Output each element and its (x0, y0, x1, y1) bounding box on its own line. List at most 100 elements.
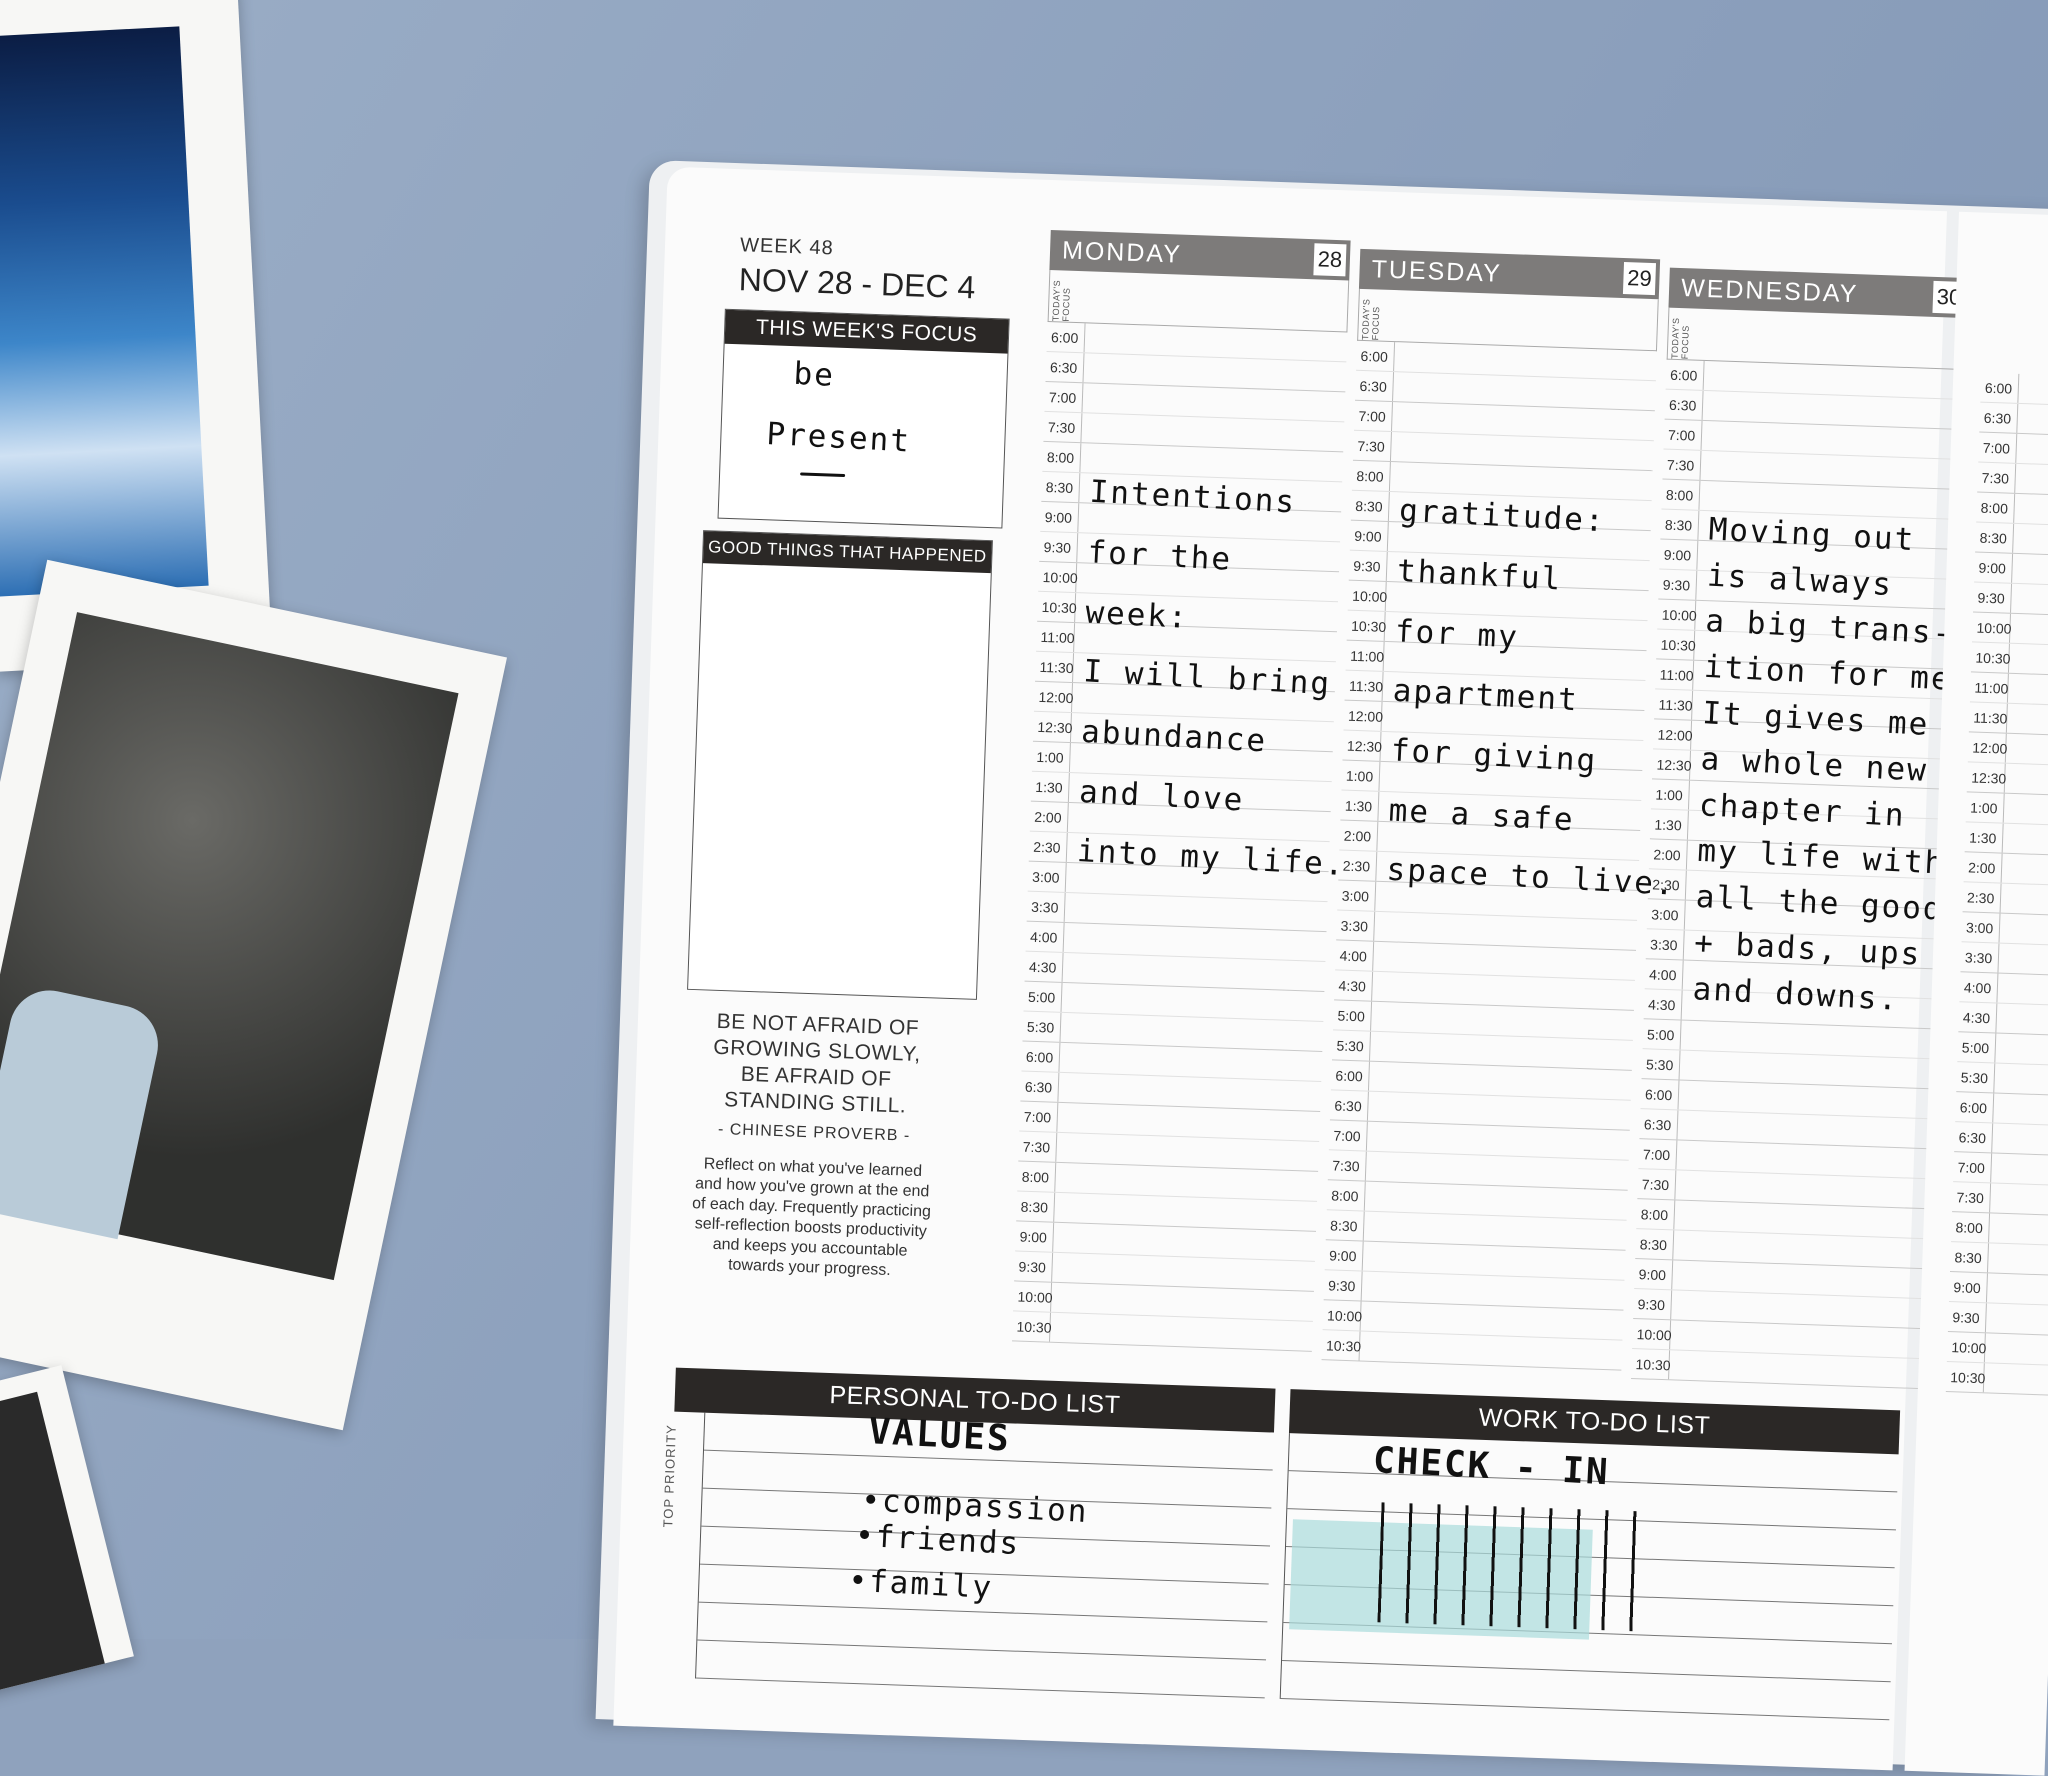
time-slot[interactable]: 10:30 (1970, 642, 2048, 677)
time-slot[interactable]: 6:00 (1980, 372, 2048, 407)
time-slot[interactable]: 7:30 (1952, 1182, 2048, 1217)
time-label: 12:00 (1653, 719, 1693, 750)
time-label: 8:30 (1041, 471, 1081, 503)
quote-block: BE NOT AFRAID OF GROWING SLOWLY, BE AFRA… (689, 1008, 938, 1282)
time-label: 4:00 (1959, 972, 1999, 1003)
time-slot[interactable]: 8:00 (1951, 1212, 2048, 1247)
time-slot[interactable]: 8:30 (1975, 522, 2048, 557)
time-label: 10:00 (1972, 612, 2012, 643)
time-label: 3:00 (1961, 912, 2001, 943)
time-label: 12:30 (1966, 762, 2007, 793)
time-label: 7:00 (1044, 381, 1084, 413)
week-focus-box: THIS WEEK'S FOCUS be Present (717, 308, 1010, 529)
time-label: 8:00 (1017, 1161, 1057, 1192)
time-label: 11:30 (1968, 702, 2008, 733)
day-column-monday: MONDAY 28 TODAY'S FOCUS 6:00 6:30 7:00 7:30 8:… (1011, 230, 1351, 1352)
time-label: 11:30 (1035, 651, 1075, 683)
time-slot[interactable]: 9:00 (1974, 552, 2048, 587)
time-label: 3:30 (1645, 929, 1685, 960)
time-label: 1:30 (1030, 771, 1070, 803)
time-label: 9:30 (1039, 531, 1079, 563)
date-range: NOV 28 - DEC 4 (738, 261, 976, 306)
time-label: 9:00 (1974, 552, 2014, 583)
day-number: 29 (1622, 262, 1657, 296)
time-slot[interactable]: 10:00 (1971, 612, 2048, 647)
time-label: 6:30 (1020, 1071, 1060, 1102)
time-slot[interactable]: 3:00 (1961, 912, 2048, 947)
time-label: 5:30 (1022, 1011, 1062, 1042)
time-slot[interactable]: 9:30 (1973, 582, 2048, 617)
time-label: 7:00 (1663, 419, 1703, 450)
time-label: 8:00 (1976, 492, 2016, 523)
time-label: 10:30 (1631, 1348, 1671, 1380)
time-slot[interactable]: 9:30 (1947, 1302, 2048, 1337)
time-label: 11:30 (1654, 689, 1694, 720)
time-slot[interactable]: 12:30 (1966, 762, 2048, 797)
time-label: 8:00 (1042, 441, 1082, 473)
time-slot[interactable]: 6:30 (1979, 402, 2048, 437)
time-label: 10:00 (1347, 580, 1388, 611)
today-focus-label: TODAY'S FOCUS (1360, 298, 1382, 341)
time-label: 9:00 (1948, 1272, 1988, 1303)
time-slot[interactable]: 5:00 (1957, 1032, 2048, 1067)
time-label: 5:30 (1956, 1062, 1996, 1093)
time-label: 2:00 (1963, 852, 2003, 883)
time-slot[interactable]: 10:00 (1946, 1332, 2048, 1367)
time-label: 9:30 (1973, 582, 2013, 613)
time-label: 1:00 (1341, 760, 1381, 791)
time-slot[interactable]: 2:30 (1962, 882, 2048, 917)
checkin-grid (1377, 1502, 1642, 1632)
time-label: 10:00 (1946, 1332, 1987, 1363)
time-label: 7:30 (1352, 430, 1392, 462)
time-label: 10:30 (1012, 1311, 1052, 1342)
time-label: 7:30 (1018, 1131, 1058, 1162)
time-label: 5:00 (1023, 981, 1063, 1012)
time-label: 7:30 (1977, 462, 2017, 493)
time-slot[interactable]: 12:00 (1967, 732, 2048, 767)
time-slot[interactable]: 8:30 (1949, 1242, 2048, 1277)
time-label: 7:30 (1327, 1150, 1367, 1181)
time-label: 12:30 (1342, 730, 1382, 761)
time-label: 6:00 (1980, 372, 2020, 403)
time-label: 4:30 (1958, 1002, 1998, 1033)
time-slot[interactable]: 3:30 (1960, 942, 2048, 977)
time-slot[interactable]: 5:30 (1956, 1062, 2048, 1097)
time-slot[interactable]: 1:30 (1964, 822, 2048, 857)
time-label: 11:00 (1655, 659, 1695, 690)
time-slot[interactable]: 2:00 (1963, 852, 2048, 887)
time-label: 9:30 (1947, 1302, 1987, 1333)
time-label: 1:30 (1649, 809, 1689, 840)
time-label: 7:30 (1952, 1182, 1992, 1213)
time-slot[interactable]: 11:30 (1968, 702, 2048, 737)
time-label: 9:00 (1634, 1259, 1674, 1290)
time-slot[interactable]: 8:00 (1976, 492, 2048, 527)
time-slot[interactable]: 4:30 (1958, 1002, 2048, 1037)
time-label: 6:30 (1639, 1109, 1679, 1140)
polaroid-sky (0, 0, 273, 672)
time-label: 10:30 (1321, 1330, 1361, 1361)
time-label: 6:00 (1955, 1092, 1995, 1123)
time-label: 2:00 (1648, 839, 1688, 870)
time-slot[interactable]: 10:30 (1945, 1361, 2048, 1397)
time-label: 9:00 (1349, 520, 1389, 551)
time-label: 10:30 (1945, 1361, 1986, 1393)
time-slot[interactable]: 11:00 (1969, 672, 2048, 707)
time-slot[interactable]: 9:00 (1948, 1272, 2048, 1307)
time-label: 7:00 (1019, 1101, 1059, 1132)
time-slot[interactable]: 6:30 (1954, 1122, 2048, 1157)
time-label: 1:30 (1964, 822, 2004, 853)
day-name: MONDAY (1061, 236, 1183, 269)
time-label: 3:00 (1337, 880, 1377, 911)
time-slot[interactable]: 6:00 (1955, 1092, 2048, 1127)
time-label: 8:30 (1635, 1229, 1675, 1260)
time-label: 12:30 (1032, 711, 1073, 743)
time-slot[interactable]: 1:00 (1965, 792, 2048, 827)
time-slot[interactable]: 7:00 (1978, 432, 2048, 467)
time-slot[interactable]: 4:00 (1959, 972, 2048, 1007)
time-label: 3:00 (1027, 861, 1067, 892)
time-label: 5:30 (1332, 1030, 1372, 1061)
time-label: 8:30 (1350, 490, 1390, 522)
time-slot[interactable]: 7:30 (1977, 462, 2048, 497)
time-slot[interactable]: 7:00 (1953, 1152, 2048, 1187)
time-label: 6:00 (1046, 321, 1086, 353)
